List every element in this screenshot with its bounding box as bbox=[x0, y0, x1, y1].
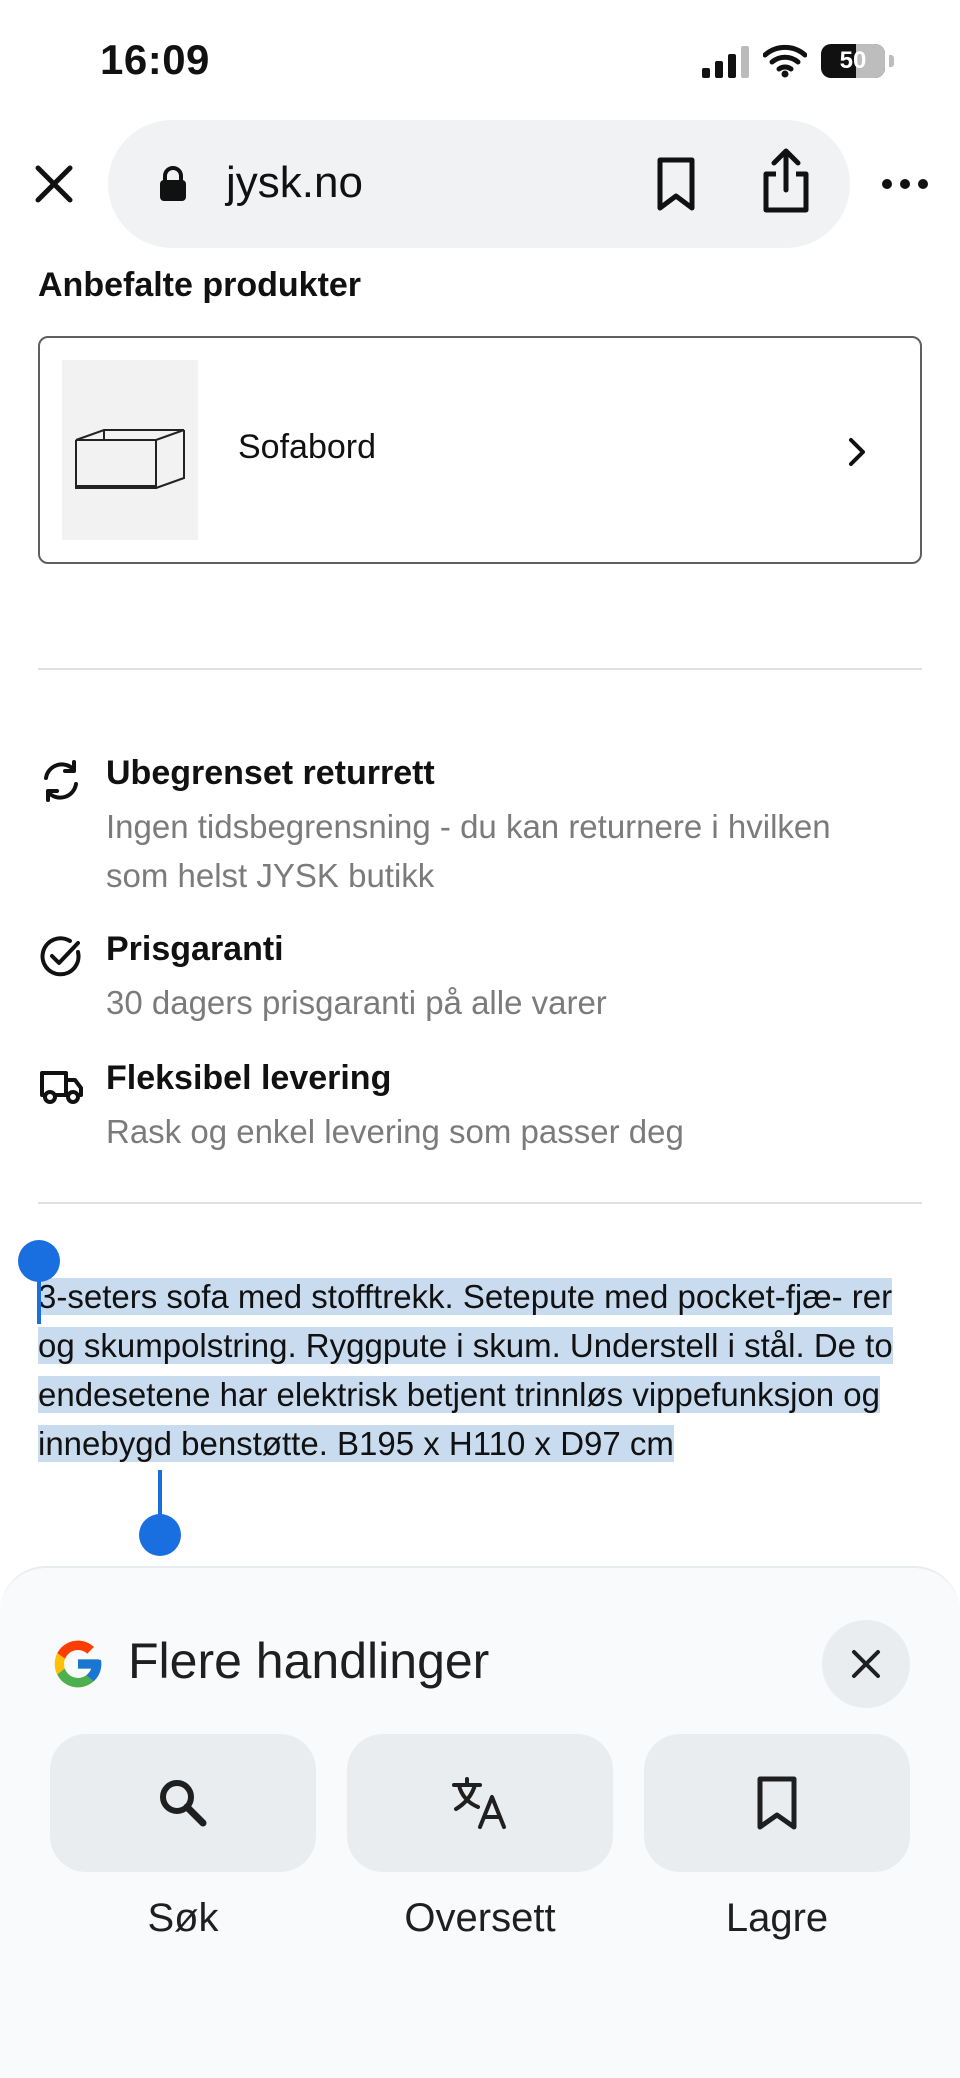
benefit-desc: Ingen tidsbegrensning - du kan returnere… bbox=[106, 808, 831, 894]
selection-start-handle[interactable] bbox=[18, 1240, 60, 1282]
product-image bbox=[62, 360, 198, 540]
action-label: Oversett bbox=[404, 1896, 556, 1940]
more-actions-sheet: Flere handlinger Søk Oversett Lagre bbox=[0, 1566, 960, 2078]
status-time: 16:09 bbox=[100, 36, 210, 83]
status-bar: 16:09 50 bbox=[0, 0, 960, 120]
save-button[interactable] bbox=[644, 1734, 910, 1872]
benefit-title: Prisgaranti bbox=[106, 930, 284, 968]
bookmark-icon bbox=[757, 1776, 797, 1830]
google-logo-icon bbox=[54, 1640, 102, 1688]
benefit-desc: 30 dagers prisgaranti på alle varer bbox=[106, 984, 607, 1021]
selected-description-text[interactable]: 3-seters sofa med stofftrekk. Setepute m… bbox=[38, 1278, 893, 1462]
action-label: Lagre bbox=[725, 1896, 829, 1940]
product-description[interactable]: 3-seters sofa med stofftrekk. Setepute m… bbox=[38, 1272, 922, 1468]
cellular-signal-icon bbox=[702, 44, 749, 78]
bookmark-icon[interactable] bbox=[648, 154, 704, 214]
divider bbox=[38, 668, 922, 670]
url-text: jysk.no bbox=[226, 158, 363, 207]
selection-end-handle[interactable] bbox=[139, 1514, 181, 1556]
address-bar[interactable]: jysk.no bbox=[108, 120, 850, 248]
battery-icon: 50 bbox=[821, 44, 885, 78]
benefit-title: Ubegrenset returrett bbox=[106, 754, 435, 792]
action-row: Søk Oversett Lagre bbox=[50, 1734, 910, 1941]
benefit-returns: Ubegrenset returrett Ingen tidsbegrensni… bbox=[38, 754, 922, 894]
coffee-table-image bbox=[75, 429, 185, 489]
benefit-delivery: Fleksibel levering Rask og enkel leverin… bbox=[38, 1059, 922, 1159]
action-save[interactable]: Lagre bbox=[644, 1734, 910, 1941]
benefit-desc: Rask og enkel levering som passer deg bbox=[106, 1113, 684, 1150]
divider bbox=[38, 1202, 922, 1204]
close-icon[interactable] bbox=[30, 160, 78, 208]
browser-toolbar: jysk.no bbox=[0, 120, 960, 250]
action-label: Søk bbox=[147, 1896, 219, 1940]
check-circle-icon bbox=[40, 936, 81, 977]
action-translate[interactable]: Oversett bbox=[347, 1734, 613, 1941]
section-title: Anbefalte produkter bbox=[38, 266, 362, 304]
close-icon bbox=[852, 1650, 880, 1678]
share-icon[interactable] bbox=[756, 146, 816, 216]
status-icons: 50 bbox=[702, 44, 894, 78]
refresh-icon bbox=[44, 760, 78, 802]
close-sheet-button[interactable] bbox=[822, 1620, 910, 1708]
product-name: Sofabord bbox=[238, 428, 376, 466]
search-icon bbox=[160, 1780, 207, 1827]
translate-button[interactable] bbox=[347, 1734, 613, 1872]
more-icon[interactable] bbox=[880, 172, 930, 196]
chevron-right-icon bbox=[849, 438, 865, 466]
search-button[interactable] bbox=[50, 1734, 316, 1872]
battery-level: 50 bbox=[839, 47, 867, 74]
benefit-price-guarantee: Prisgaranti 30 dagers prisgaranti på all… bbox=[38, 930, 922, 1030]
wifi-icon bbox=[763, 44, 807, 78]
sheet-title: Flere handlinger bbox=[128, 1633, 490, 1689]
truck-icon bbox=[40, 1071, 83, 1104]
benefit-title: Fleksibel levering bbox=[106, 1059, 392, 1097]
lock-icon bbox=[160, 166, 186, 201]
recommended-product-card[interactable]: Sofabord bbox=[38, 336, 922, 564]
action-search[interactable]: Søk bbox=[50, 1734, 316, 1941]
translate-icon bbox=[452, 1777, 506, 1829]
